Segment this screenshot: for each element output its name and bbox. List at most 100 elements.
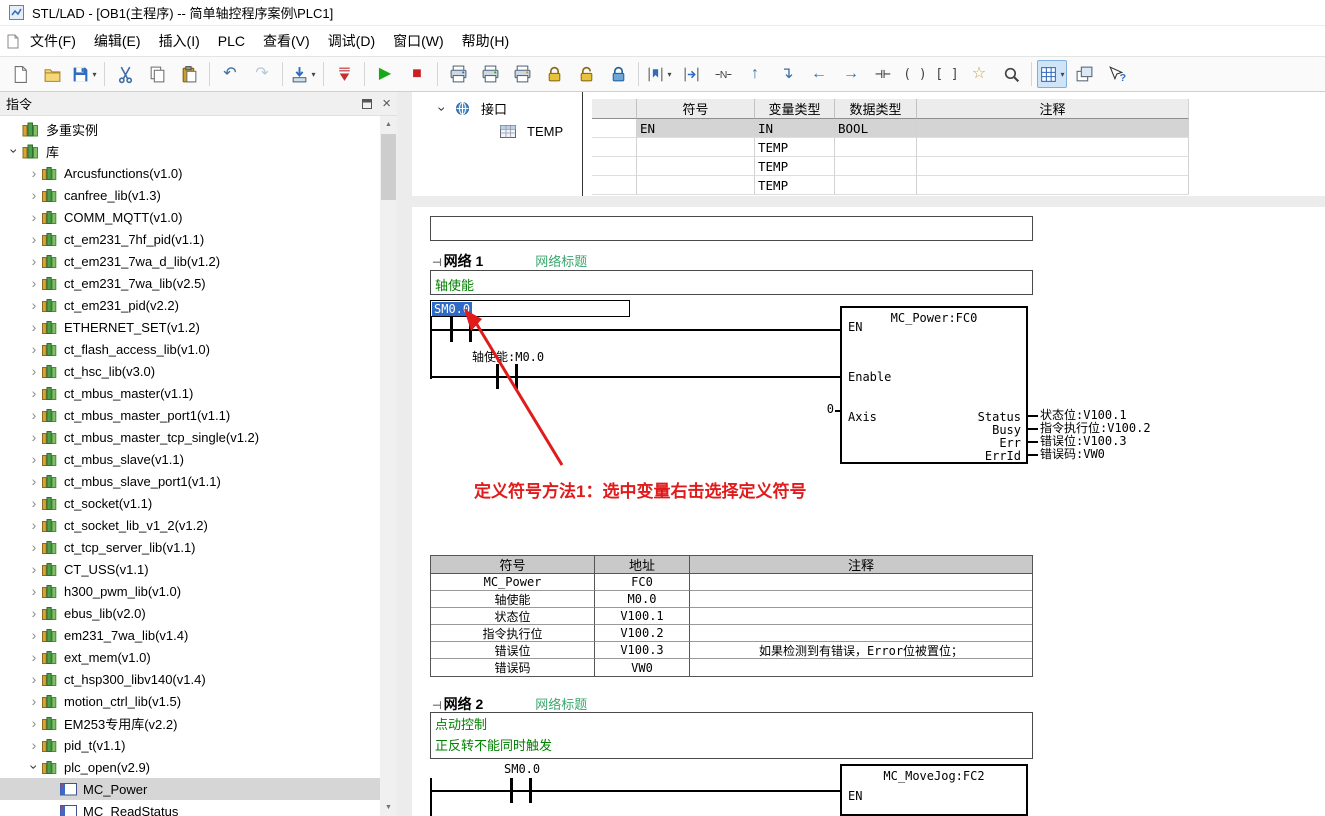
- tree-item-arcusfunctions-v1-0[interactable]: Arcusfunctions(v1.0): [0, 162, 380, 184]
- contact1-bar-left[interactable]: [450, 317, 453, 342]
- expand-arrow-icon[interactable]: [26, 408, 42, 422]
- stop-icon[interactable]: ■: [402, 60, 432, 88]
- download-plc-icon[interactable]: ▾: [288, 60, 318, 88]
- tree-item-1[interactable]: 库: [0, 140, 380, 162]
- var-table-cell[interactable]: [637, 176, 755, 195]
- network-collapse-icon[interactable]: [432, 697, 444, 712]
- copy-icon[interactable]: [142, 60, 172, 88]
- expand-arrow-icon[interactable]: [26, 320, 42, 334]
- menu-item-2[interactable]: 插入(I): [150, 27, 209, 55]
- zoom-icon[interactable]: [996, 60, 1026, 88]
- var-table-cell[interactable]: BOOL: [835, 119, 917, 138]
- tree-item-ct-tcp-server-lib-v1-1[interactable]: ct_tcp_server_lib(v1.1): [0, 536, 380, 558]
- var-table-cell[interactable]: TEMP: [755, 176, 835, 195]
- tree-item-mc-readstatus[interactable]: MC_ReadStatus: [0, 800, 380, 816]
- menu-item-7[interactable]: 帮助(H): [453, 27, 518, 55]
- program-editor[interactable]: 网络 1 网络标题 轴使能 SM0.0 轴使能:M0.0 MC_Power:FC…: [412, 207, 1325, 816]
- expand-arrow-icon[interactable]: [26, 738, 42, 752]
- download-plc-icon-dropdown[interactable]: ▾: [311, 70, 315, 79]
- tree-item-ct-mbus-master-tcp-single-v1-2[interactable]: ct_mbus_master_tcp_single(v1.2): [0, 426, 380, 448]
- interface-root-label[interactable]: 接口: [481, 99, 507, 118]
- menu-item-0[interactable]: 文件(F): [21, 27, 85, 55]
- errid-operand[interactable]: 错误码:VW0: [1040, 448, 1105, 461]
- network2-comment-box[interactable]: 点动控制 正反转不能同时触发: [430, 712, 1033, 759]
- toggle-bookmark-icon[interactable]: ▾: [644, 60, 674, 88]
- move-right-icon[interactable]: →: [836, 60, 866, 88]
- var-table-cell[interactable]: [835, 157, 917, 176]
- var-table-cell[interactable]: [917, 157, 1189, 176]
- scrollbar-thumb[interactable]: [381, 134, 396, 200]
- scroll-up-icon[interactable]: [380, 116, 397, 133]
- expand-arrow-icon[interactable]: [26, 628, 42, 642]
- tree-item-ct-mbus-slave-port1-v1-1[interactable]: ct_mbus_slave_port1(v1.1): [0, 470, 380, 492]
- cut-icon[interactable]: [110, 60, 140, 88]
- var-table-cell[interactable]: [637, 138, 755, 157]
- expand-arrow-icon[interactable]: [26, 430, 42, 444]
- network-collapse-icon[interactable]: [432, 254, 444, 269]
- favorites-icon[interactable]: ☆: [964, 60, 994, 88]
- block-name[interactable]: MC_Power:FC0: [842, 311, 1026, 325]
- var-table-cell[interactable]: [917, 138, 1189, 157]
- var-table-cell[interactable]: [592, 176, 637, 195]
- insert-contact-icon[interactable]: ⊣⊢: [868, 60, 898, 88]
- program-comment-box[interactable]: [430, 216, 1033, 241]
- jump-up-icon[interactable]: ↑: [740, 60, 770, 88]
- tree-item-ext-mem-v1-0[interactable]: ext_mem(v1.0): [0, 646, 380, 668]
- mc-power-block[interactable]: MC_Power:FC0 EN Enable Axis Status Busy …: [840, 306, 1028, 464]
- tree-item-ct-hsc-lib-v3-0[interactable]: ct_hsc_lib(v3.0): [0, 360, 380, 382]
- var-table-cell[interactable]: [592, 119, 637, 138]
- menu-item-4[interactable]: 查看(V): [254, 27, 319, 55]
- tree-item-ct-em231-7hf-pid-v1-1[interactable]: ct_em231_7hf_pid(v1.1): [0, 228, 380, 250]
- var-table-cell[interactable]: IN: [755, 119, 835, 138]
- tree-scrollbar[interactable]: [380, 116, 397, 816]
- tree-item-canfree-lib-v1-3[interactable]: canfree_lib(v1.3): [0, 184, 380, 206]
- tree-item-plc-open-v2-9[interactable]: plc_open(v2.9): [0, 756, 380, 778]
- tree-item-ct-em231-7wa-d-lib-v1-2[interactable]: ct_em231_7wa_d_lib(v1.2): [0, 250, 380, 272]
- paste-icon[interactable]: [174, 60, 204, 88]
- expand-arrow-icon[interactable]: [26, 364, 42, 378]
- block2-name[interactable]: MC_MoveJog:FC2: [842, 769, 1026, 783]
- collapse-arrow-icon[interactable]: [434, 102, 450, 116]
- var-table-cell[interactable]: [835, 138, 917, 157]
- tree-item-ct-em231-pid-v2-2[interactable]: ct_em231_pid(v2.2): [0, 294, 380, 316]
- expand-arrow-icon[interactable]: [26, 716, 42, 730]
- toggle-bookmark-icon-dropdown[interactable]: ▾: [667, 70, 671, 79]
- expand-arrow-icon[interactable]: [26, 540, 42, 554]
- view-grid-icon-dropdown[interactable]: ▾: [1060, 70, 1064, 79]
- save-icon[interactable]: ▾: [69, 60, 99, 88]
- collapse-arrow-icon[interactable]: [6, 144, 22, 158]
- network1-comment-box[interactable]: 轴使能: [430, 270, 1033, 295]
- tree-item-ct-socket-v1-1[interactable]: ct_socket(v1.1): [0, 492, 380, 514]
- var-table-cell[interactable]: TEMP: [755, 157, 835, 176]
- axis-const-operand[interactable]: 0: [814, 403, 834, 416]
- expand-arrow-icon[interactable]: [26, 188, 42, 202]
- new-file-icon[interactable]: [5, 60, 35, 88]
- unlock-icon[interactable]: [571, 60, 601, 88]
- insert-box-icon[interactable]: [ ]: [932, 60, 962, 88]
- var-table-cell[interactable]: [592, 157, 637, 176]
- expand-arrow-icon[interactable]: [26, 276, 42, 290]
- tree-item-em253-v2-2[interactable]: EM253专用库(v2.2): [0, 712, 380, 734]
- menu-item-6[interactable]: 窗口(W): [384, 27, 453, 55]
- mc-movejog-block[interactable]: MC_MoveJog:FC2 EN: [840, 764, 1028, 816]
- expand-arrow-icon[interactable]: [26, 298, 42, 312]
- menu-item-3[interactable]: PLC: [209, 29, 254, 53]
- tree-item-ct-mbus-master-v1-1[interactable]: ct_mbus_master(v1.1): [0, 382, 380, 404]
- redo-icon[interactable]: ↷: [247, 60, 277, 88]
- network2-contact-bar-right[interactable]: [529, 778, 532, 803]
- jump-down-icon[interactable]: ↴: [772, 60, 802, 88]
- var-table-cell[interactable]: [592, 138, 637, 157]
- expand-arrow-icon[interactable]: [26, 584, 42, 598]
- expand-arrow-icon[interactable]: [26, 672, 42, 686]
- compile-icon[interactable]: [329, 60, 359, 88]
- expand-arrow-icon[interactable]: [26, 694, 42, 708]
- var-table-cell[interactable]: [917, 119, 1189, 138]
- expand-arrow-icon[interactable]: [26, 650, 42, 664]
- expand-arrow-icon[interactable]: [26, 166, 42, 180]
- tree-item-h300-pwm-lib-v1-0[interactable]: h300_pwm_lib(v1.0): [0, 580, 380, 602]
- scroll-down-icon[interactable]: [380, 799, 397, 816]
- lock-icon[interactable]: [539, 60, 569, 88]
- expand-arrow-icon[interactable]: [26, 518, 42, 532]
- contact2-operand[interactable]: 轴使能:M0.0: [472, 351, 544, 364]
- menu-item-1[interactable]: 编辑(E): [85, 27, 150, 55]
